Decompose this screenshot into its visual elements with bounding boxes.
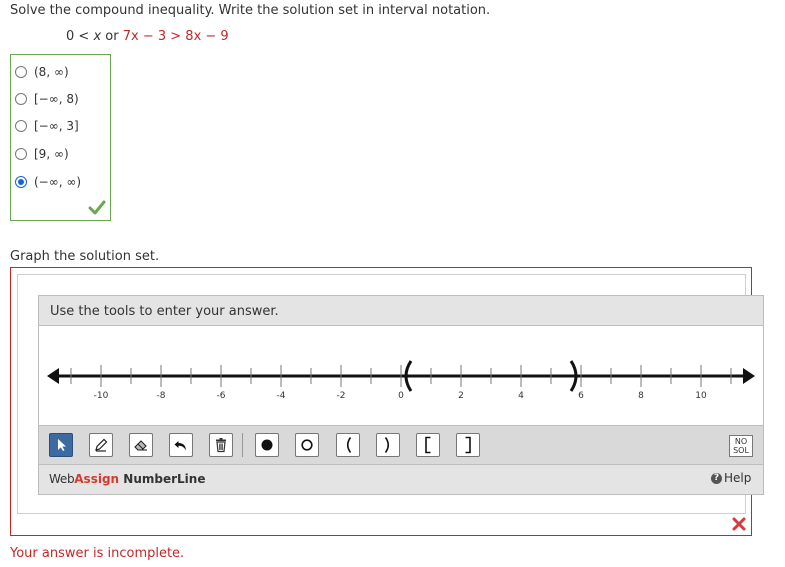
left-paren-icon [346, 437, 352, 453]
option-3[interactable]: [−∞, 3] [15, 116, 79, 136]
ineq-var-x: x [93, 29, 102, 44]
tick-label: -8 [157, 391, 166, 401]
undo-button[interactable] [169, 433, 193, 457]
tick-label: 6 [578, 391, 584, 401]
option-5[interactable]: (−∞, ∞) [15, 172, 81, 192]
open-dot-icon [301, 439, 313, 451]
radio-button[interactable] [15, 66, 27, 78]
ineq-connector: or [101, 29, 123, 44]
webassign-logo: WebAssign NumberLine [49, 472, 205, 486]
numberline-tool: Use the tools to enter your answer. -10-… [38, 295, 764, 495]
brand-product: NumberLine [123, 472, 206, 486]
number-line-canvas[interactable]: -10 -8 -6 -4 -2 0 2 4 6 8 10 [39, 326, 763, 426]
tool-header: Use the tools to enter your answer. [39, 296, 763, 326]
help-icon: ? [711, 472, 722, 484]
brand-assign: Assign [74, 472, 120, 486]
tick-label: -6 [217, 391, 226, 401]
option-2[interactable]: [−∞, 8) [15, 89, 79, 109]
tick-label: 10 [695, 391, 707, 401]
right-bracket-button[interactable] [456, 433, 480, 457]
correct-check-icon [88, 200, 106, 215]
ineq-term-7x: 7x [122, 29, 139, 44]
right-paren-icon [384, 437, 390, 453]
option-label: [−∞, 8) [34, 92, 79, 106]
brand-web: Web [49, 472, 75, 486]
multiple-choice-box: (8, ∞) [−∞, 8) [−∞, 3] [9, ∞) (−∞, ∞) [10, 54, 111, 221]
tool-bar: NO SOL [39, 426, 763, 465]
option-label: (−∞, ∞) [34, 175, 82, 189]
ineq-comparator: > [166, 29, 186, 44]
tick-label: 4 [518, 391, 524, 401]
option-label: (8, ∞) [34, 65, 69, 79]
radio-button-selected[interactable] [15, 176, 27, 188]
tool-footer: WebAssign NumberLine ? Help [39, 465, 763, 494]
tick-label: -4 [277, 391, 286, 401]
pencil-button[interactable] [89, 433, 113, 457]
incorrect-x-icon [732, 517, 746, 531]
option-4[interactable]: [9, ∞) [15, 144, 69, 164]
right-paren-button[interactable] [376, 433, 400, 457]
ineq-middle: − 3 [138, 29, 167, 44]
graph-section-label: Graph the solution set. [10, 249, 160, 264]
radio-button[interactable] [15, 93, 27, 105]
right-bracket-icon [465, 436, 471, 454]
eraser-icon [134, 440, 147, 451]
no-solution-button[interactable]: NO SOL [729, 435, 753, 457]
option-label: [9, ∞) [34, 147, 69, 161]
trash-button[interactable] [209, 433, 233, 457]
no-solution-line1: NO [734, 437, 748, 446]
ineq-right: 8x − 9 [185, 29, 229, 44]
radio-button[interactable] [15, 120, 27, 132]
help-label: Help [724, 471, 752, 485]
closed-dot-button[interactable] [255, 433, 279, 457]
ineq-left: 0 < [66, 29, 94, 44]
left-bracket-icon [425, 436, 431, 454]
question-prompt: Solve the compound inequality. Write the… [10, 3, 491, 18]
eraser-button[interactable] [129, 433, 153, 457]
help-link[interactable]: ? Help [711, 471, 751, 485]
no-solution-line2: SOL [733, 446, 749, 455]
select-arrow-icon [58, 439, 66, 451]
status-message: Your answer is incomplete. [10, 546, 185, 561]
tick-label: 8 [638, 391, 644, 401]
tick-label: -10 [94, 391, 109, 401]
undo-icon [174, 441, 186, 451]
inequality-expression: 0 < x or 7x − 3 > 8x − 9 [66, 29, 229, 44]
select-arrow-button[interactable] [49, 433, 73, 457]
left-arrow-icon [47, 368, 59, 384]
tool-instructions: Use the tools to enter your answer. [50, 304, 279, 319]
option-1[interactable]: (8, ∞) [15, 62, 69, 82]
tick-label: -2 [337, 391, 346, 401]
radio-button[interactable] [15, 148, 27, 160]
open-dot-button[interactable] [295, 433, 319, 457]
left-bracket-button[interactable] [416, 433, 440, 457]
option-label: [−∞, 3] [34, 119, 79, 133]
tick-label: 0 [398, 391, 404, 401]
pencil-icon [95, 438, 108, 452]
number-line[interactable]: -10 -8 -6 -4 -2 0 2 4 6 8 10 [39, 326, 763, 425]
trash-icon [216, 438, 226, 453]
tick-label: 2 [458, 391, 464, 401]
closed-dot-icon [261, 439, 273, 451]
toolbar-separator [242, 433, 243, 457]
right-arrow-icon [743, 368, 755, 384]
left-paren-button[interactable] [336, 433, 360, 457]
